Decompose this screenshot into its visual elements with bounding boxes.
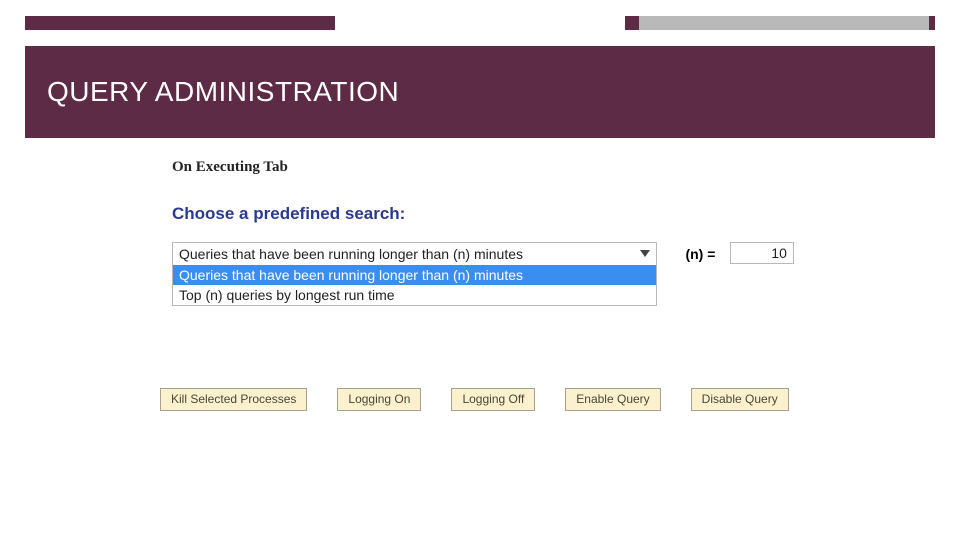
- stripe: [639, 16, 929, 30]
- stripe: [335, 16, 625, 30]
- action-button-row: Kill Selected Processes Logging On Loggi…: [160, 388, 789, 411]
- enable-query-button[interactable]: Enable Query: [565, 388, 660, 411]
- dropdown-selected[interactable]: Queries that have been running longer th…: [172, 242, 657, 266]
- disable-query-button[interactable]: Disable Query: [691, 388, 789, 411]
- n-label: (n) =: [685, 242, 715, 266]
- predefined-search-dropdown[interactable]: Queries that have been running longer th…: [172, 242, 657, 266]
- predefined-search-panel: Choose a predefined search: Queries that…: [172, 198, 862, 267]
- n-input[interactable]: [730, 242, 794, 264]
- stripe: [25, 16, 335, 30]
- dropdown-option[interactable]: Queries that have been running longer th…: [173, 265, 656, 285]
- kill-selected-processes-button[interactable]: Kill Selected Processes: [160, 388, 307, 411]
- title-band: QUERY ADMINISTRATION: [25, 46, 935, 138]
- dropdown-option[interactable]: Top (n) queries by longest run time: [173, 285, 656, 305]
- panel-heading: Choose a predefined search:: [172, 204, 862, 224]
- dropdown-selected-label: Queries that have been running longer th…: [179, 246, 523, 262]
- stripe: [929, 16, 935, 30]
- page-subtitle: On Executing Tab: [172, 158, 332, 176]
- dropdown-list: Queries that have been running longer th…: [172, 265, 657, 306]
- logging-on-button[interactable]: Logging On: [337, 388, 421, 411]
- n-parameter: (n) =: [685, 242, 793, 267]
- header-decorative-stripes: [25, 16, 935, 30]
- logging-off-button[interactable]: Logging Off: [451, 388, 535, 411]
- page-title: QUERY ADMINISTRATION: [47, 76, 399, 108]
- stripe: [625, 16, 639, 30]
- chevron-down-icon: [640, 250, 650, 257]
